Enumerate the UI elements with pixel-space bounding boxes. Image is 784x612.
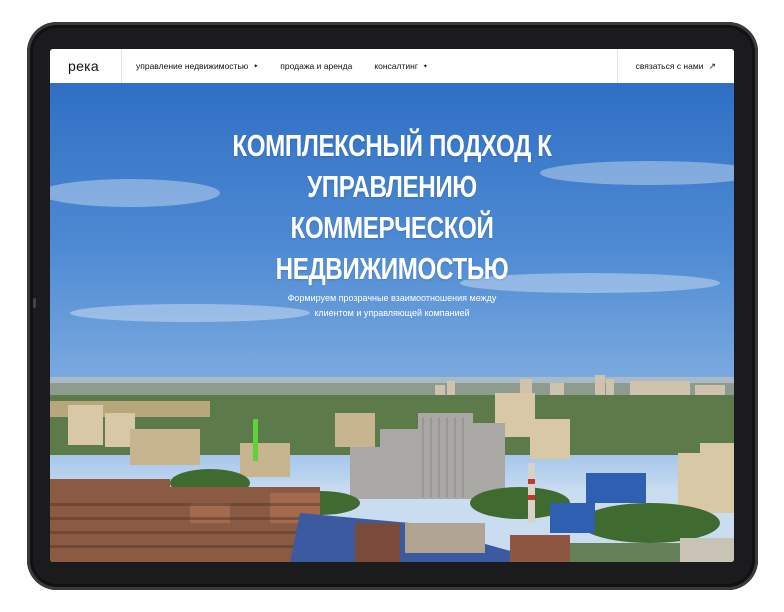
contact-us-link[interactable]: связаться с нами ↗ bbox=[616, 49, 734, 83]
hero-subtitle-line: Формируем прозрачные взаимоотношения меж… bbox=[287, 293, 497, 303]
contact-label: связаться с нами bbox=[635, 61, 704, 71]
tablet-side-button bbox=[33, 298, 36, 308]
hero-subtitle-line: клиентом и управляющей компанией bbox=[314, 308, 470, 318]
hero-title-line: УПРАВЛЕНИЮ КОММЕРЧЕСКОЙ bbox=[290, 169, 494, 245]
nav-item-label: консалтинг bbox=[374, 61, 418, 71]
hero-title-line: КОМПЛЕКСНЫЙ ПОДХОД К bbox=[232, 128, 552, 163]
nav-item-consulting[interactable]: консалтинг ✦ bbox=[374, 61, 428, 71]
top-navigation: река управление недвижимостью ✦ продажа … bbox=[50, 49, 734, 83]
nav-item-label: управление недвижимостью bbox=[136, 61, 249, 71]
arrow-up-right-icon: ↗ bbox=[708, 60, 716, 71]
mockup-stage: река управление недвижимостью ✦ продажа … bbox=[0, 0, 784, 612]
hero-title-line: НЕДВИЖИМОСТЬЮ bbox=[275, 251, 509, 286]
nav-item-label: продажа и аренда bbox=[280, 61, 353, 71]
nav-menu: управление недвижимостью ✦ продажа и аре… bbox=[122, 61, 428, 71]
dropdown-icon: ✦ bbox=[253, 63, 259, 70]
brand-logo[interactable]: река bbox=[50, 49, 122, 83]
hero-title: КОМПЛЕКСНЫЙ ПОДХОД К УПРАВЛЕНИЮ КОММЕРЧЕ… bbox=[213, 125, 572, 289]
hero-subtitle: Формируем прозрачные взаимоотношения меж… bbox=[262, 291, 522, 321]
nav-item-sales-rent[interactable]: продажа и аренда bbox=[280, 61, 352, 71]
nav-item-property-management[interactable]: управление недвижимостью ✦ bbox=[136, 61, 258, 71]
hero-section: КОМПЛЕКСНЫЙ ПОДХОД К УПРАВЛЕНИЮ КОММЕРЧЕ… bbox=[50, 83, 734, 562]
dropdown-icon: ✦ bbox=[422, 63, 428, 70]
website-screen: река управление недвижимостью ✦ продажа … bbox=[50, 49, 734, 562]
